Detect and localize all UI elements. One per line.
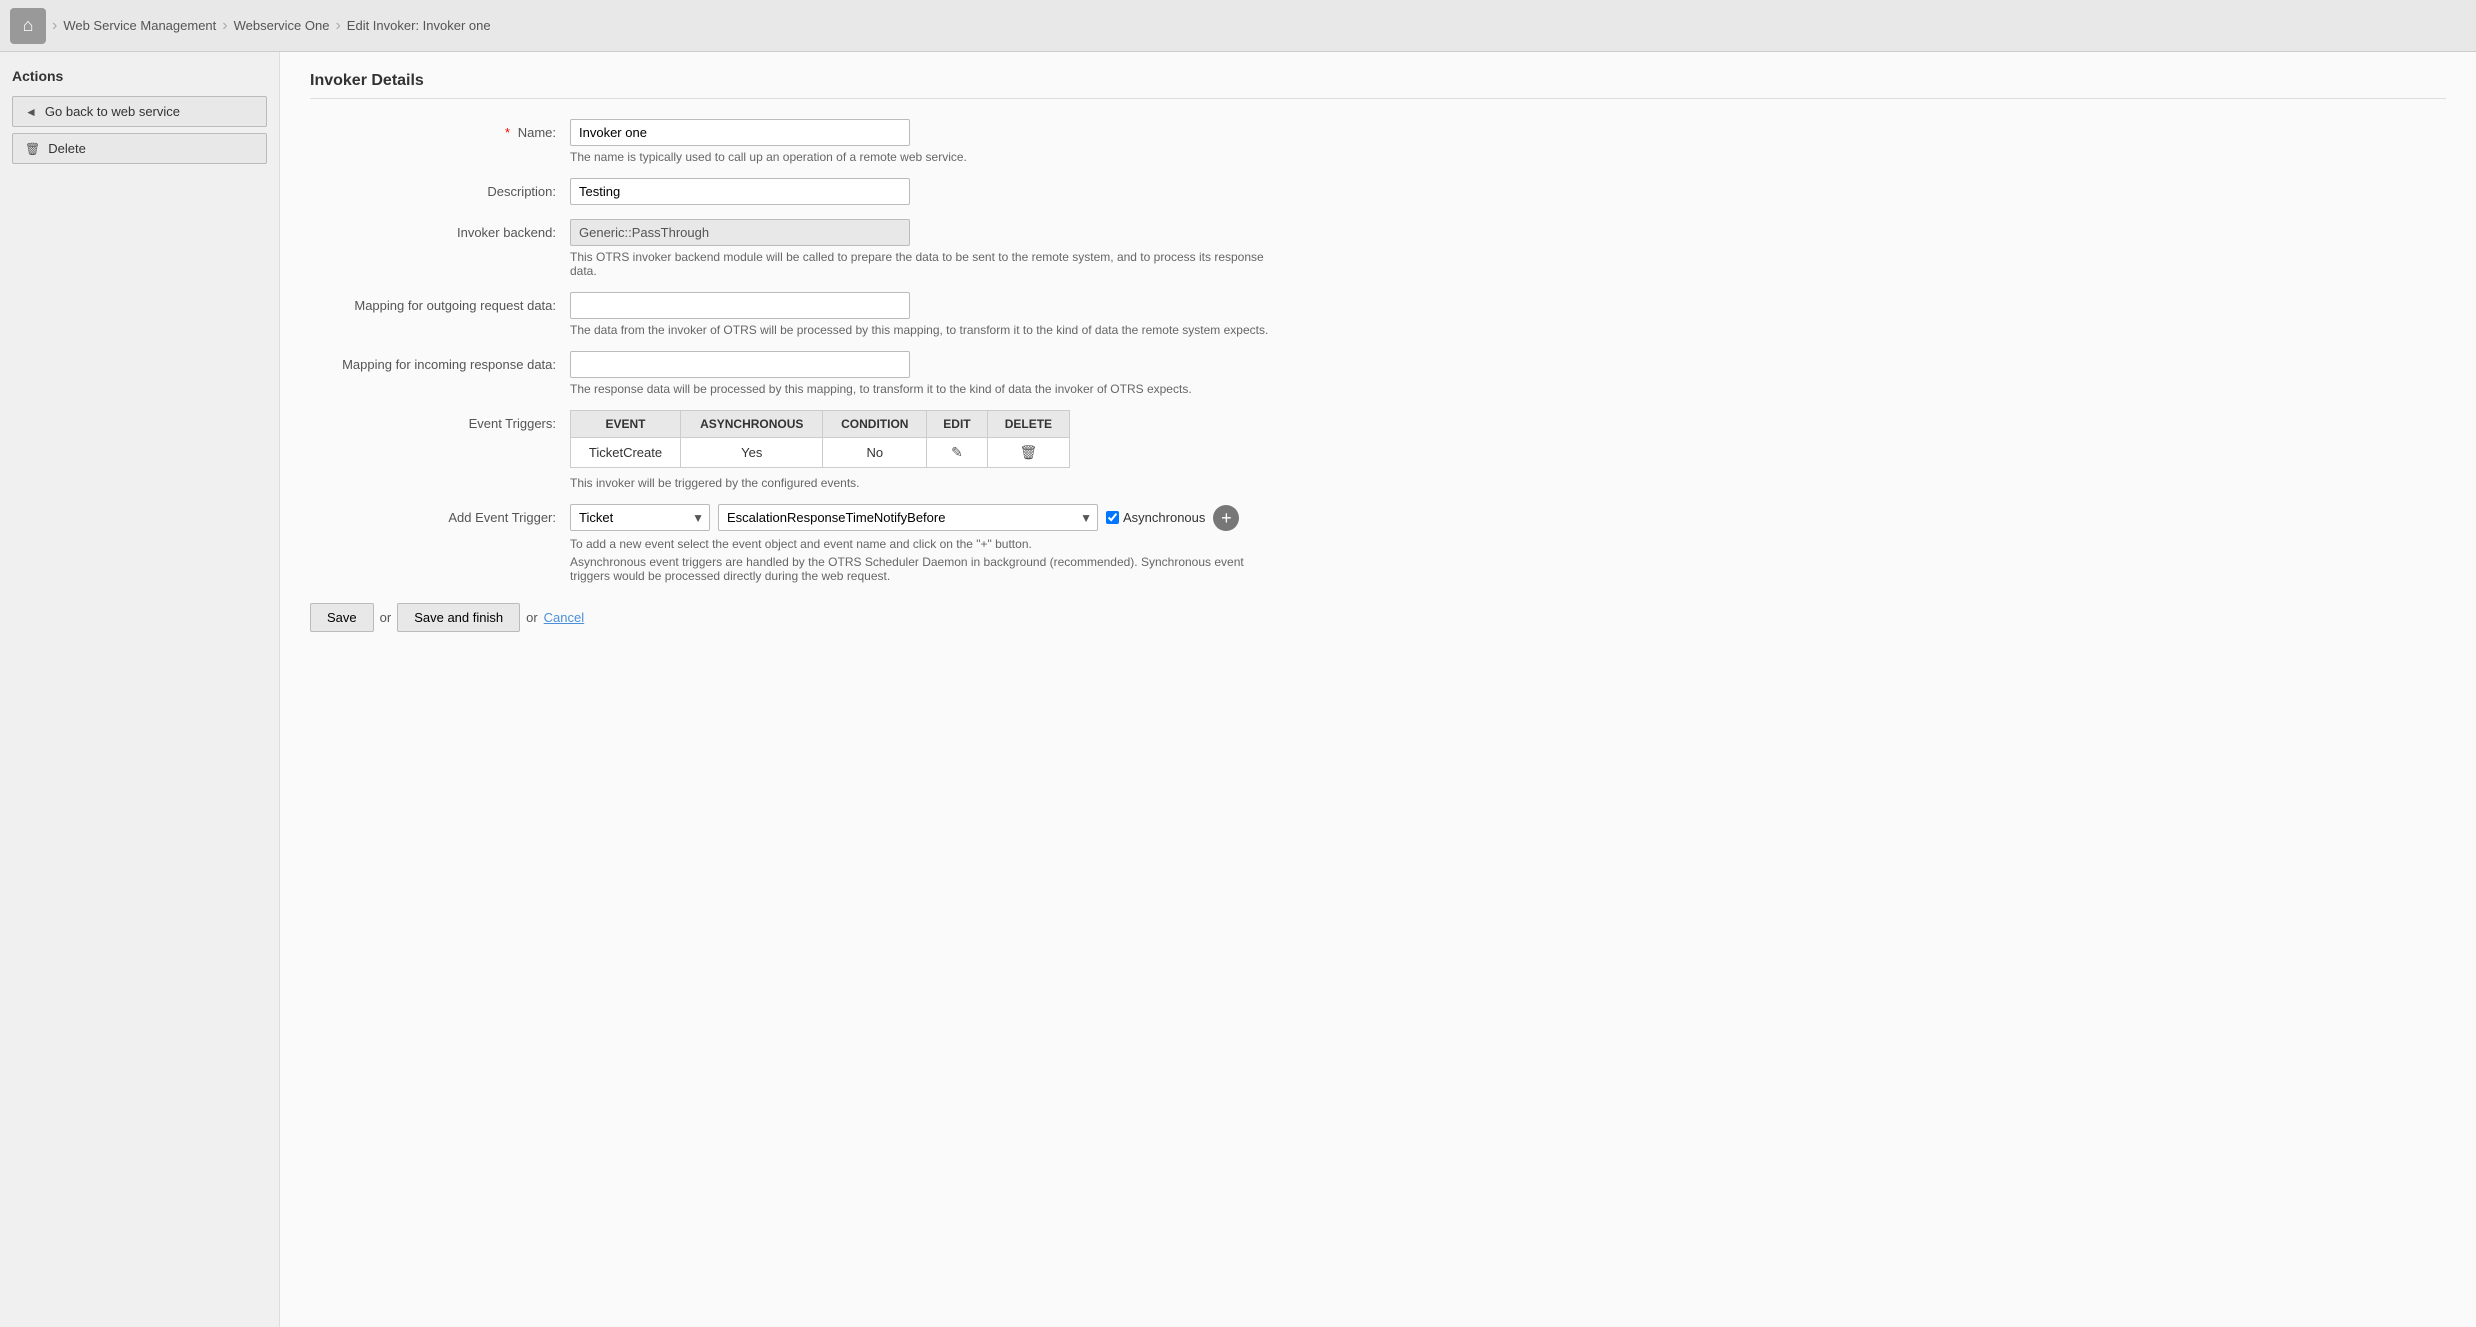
backend-row: Invoker backend: This OTRS invoker backe… [310, 219, 2446, 278]
event-triggers-label: Event Triggers: [310, 410, 570, 431]
breadcrumb-web-service-management[interactable]: Web Service Management [63, 18, 216, 33]
name-input[interactable] [570, 119, 910, 146]
sidebar-title: Actions [12, 68, 267, 84]
bottom-buttons: Save or Save and finish or Cancel [310, 603, 2446, 632]
description-label: Description: [310, 178, 570, 199]
breadcrumb-edit-invoker: Edit Invoker: Invoker one [347, 18, 491, 33]
event-trigger-hint: This invoker will be triggered by the co… [570, 476, 1270, 490]
main-content: Invoker Details * Name: The name is typi… [280, 52, 2476, 1327]
delete-label: Delete [48, 141, 86, 156]
backend-label: Invoker backend: [310, 219, 570, 240]
add-trigger-hint2: Asynchronous event triggers are handled … [570, 555, 1270, 583]
event-name-cell: TicketCreate [571, 438, 681, 468]
save-and-finish-button[interactable]: Save and finish [397, 603, 520, 632]
delete-icon: 🗑 [25, 142, 40, 156]
table-row: TicketCreate Yes No ✎ 🗑 [571, 438, 1070, 468]
async-cell: Yes [681, 438, 823, 468]
backend-input [570, 219, 910, 246]
or-text-1: or [380, 610, 392, 625]
event-object-wrapper: Ticket Article Queue ▼ [570, 504, 710, 531]
event-name-wrapper: EscalationResponseTimeNotifyBefore Escal… [718, 504, 1098, 531]
description-input[interactable] [570, 178, 910, 205]
or-text-2: or [526, 610, 538, 625]
incoming-label: Mapping for incoming response data: [310, 351, 570, 372]
incoming-field: The response data will be processed by t… [570, 351, 2446, 396]
outgoing-label: Mapping for outgoing request data: [310, 292, 570, 313]
incoming-input[interactable] [570, 351, 910, 378]
edit-row-button[interactable]: ✎ [951, 444, 963, 461]
event-object-select[interactable]: Ticket Article Queue [570, 504, 710, 531]
name-row: * Name: The name is typically used to ca… [310, 119, 2446, 164]
delete-cell: 🗑 [987, 438, 1069, 468]
description-field [570, 178, 2446, 205]
add-trigger-field: Ticket Article Queue ▼ EscalationRespons… [570, 504, 2446, 583]
sidebar: Actions ◄ Go back to web service 🗑 Delet… [0, 52, 280, 1327]
name-hint: The name is typically used to call up an… [570, 150, 1270, 164]
go-back-button[interactable]: ◄ Go back to web service [12, 96, 267, 127]
backend-field: This OTRS invoker backend module will be… [570, 219, 2446, 278]
delete-button[interactable]: 🗑 Delete [12, 133, 267, 164]
add-trigger-hint1: To add a new event select the event obje… [570, 537, 1270, 551]
event-triggers-row: Event Triggers: EVENT ASYNCHRONOUS CONDI… [310, 410, 2446, 490]
col-edit: EDIT [927, 411, 988, 438]
col-event: EVENT [571, 411, 681, 438]
delete-row-button[interactable]: 🗑 [1020, 444, 1038, 461]
outgoing-row: Mapping for outgoing request data: The d… [310, 292, 2446, 337]
back-icon: ◄ [25, 105, 37, 119]
required-star: * [505, 125, 510, 140]
go-back-label: Go back to web service [45, 104, 180, 119]
add-trigger-button[interactable]: + [1213, 505, 1239, 531]
home-icon[interactable]: ⌂ [10, 8, 46, 44]
col-delete: DELETE [987, 411, 1069, 438]
condition-cell: No [823, 438, 927, 468]
edit-cell: ✎ [927, 438, 988, 468]
event-name-select[interactable]: EscalationResponseTimeNotifyBefore Escal… [718, 504, 1098, 531]
outgoing-input[interactable] [570, 292, 910, 319]
async-checkbox[interactable] [1106, 511, 1119, 524]
async-checkbox-label[interactable]: Asynchronous [1106, 510, 1205, 525]
incoming-hint: The response data will be processed by t… [570, 382, 1270, 396]
save-button[interactable]: Save [310, 603, 374, 632]
col-async: ASYNCHRONOUS [681, 411, 823, 438]
add-trigger-row: Add Event Trigger: Ticket Article Queue … [310, 504, 2446, 583]
section-title: Invoker Details [310, 72, 2446, 99]
add-trigger-label: Add Event Trigger: [310, 504, 570, 525]
outgoing-field: The data from the invoker of OTRS will b… [570, 292, 2446, 337]
col-condition: CONDITION [823, 411, 927, 438]
description-row: Description: [310, 178, 2446, 205]
cancel-button[interactable]: Cancel [544, 610, 584, 625]
breadcrumb-webservice-one[interactable]: Webservice One [234, 18, 330, 33]
outgoing-hint: The data from the invoker of OTRS will b… [570, 323, 1270, 337]
async-label: Asynchronous [1123, 510, 1205, 525]
event-table: EVENT ASYNCHRONOUS CONDITION EDIT DELETE… [570, 410, 1070, 468]
backend-hint: This OTRS invoker backend module will be… [570, 250, 1270, 278]
name-label: * Name: [310, 119, 570, 140]
event-triggers-field: EVENT ASYNCHRONOUS CONDITION EDIT DELETE… [570, 410, 2446, 490]
add-trigger-controls: Ticket Article Queue ▼ EscalationRespons… [570, 504, 2446, 531]
name-field: The name is typically used to call up an… [570, 119, 2446, 164]
breadcrumb: ⌂ › Web Service Management › Webservice … [0, 0, 2476, 52]
incoming-row: Mapping for incoming response data: The … [310, 351, 2446, 396]
